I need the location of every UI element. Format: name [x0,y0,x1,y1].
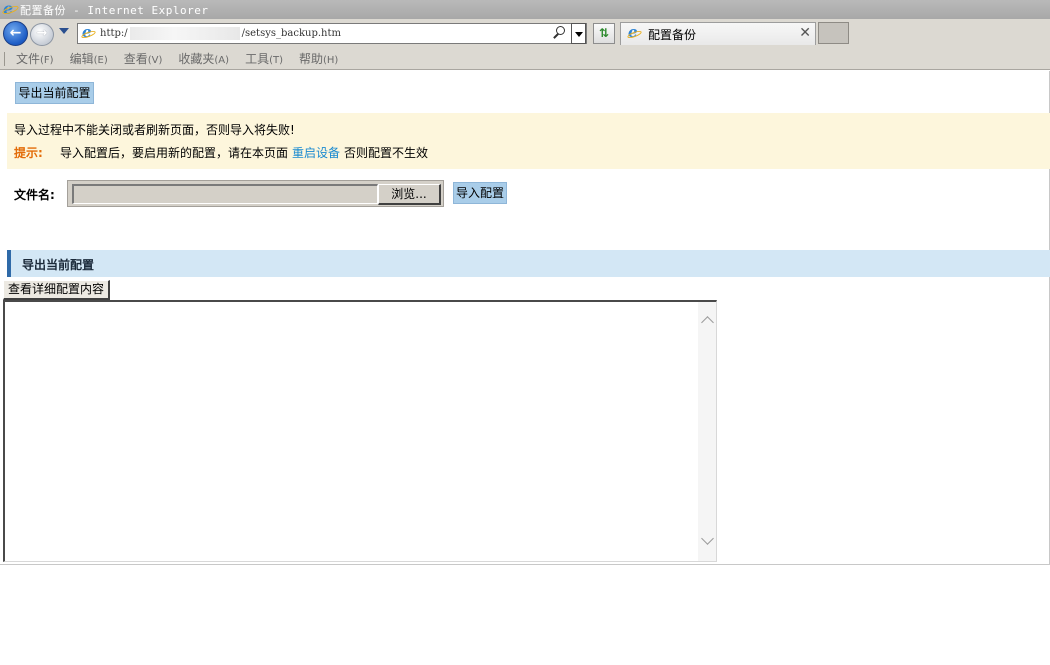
address-dropdown-button[interactable] [571,23,586,44]
url-suffix: /setsys_backup.htm [241,28,341,39]
menu-favorites[interactable]: 收藏夹(A) [178,50,229,67]
tab-page-icon: e [626,23,643,42]
compatibility-refresh-button[interactable]: ⇅ [593,23,615,44]
window-title-bar: e 配置备份 - Internet Explorer [0,0,1050,19]
window-title: 配置备份 - Internet Explorer [20,3,209,17]
recent-pages-dropdown[interactable] [59,28,69,34]
notice-panel: 导入过程中不能关闭或者刷新页面，否则导入将失败! 提示: 导入配置后，要启用新的… [7,113,1050,169]
file-picker: 浏览... [67,180,444,207]
import-config-button[interactable]: 导入配置 [453,182,507,204]
redacted-host [129,27,240,40]
scroll-down-icon[interactable] [701,532,714,545]
menu-file[interactable]: 文件(F) [16,50,54,67]
close-tab-icon[interactable]: ✕ [799,25,811,41]
file-name-label: 文件名: [14,188,55,202]
refresh-icon: ⇅ [598,26,610,40]
menu-edit[interactable]: 编辑(E) [70,50,108,67]
reboot-device-link[interactable]: 重启设备 [292,146,340,160]
menu-view[interactable]: 查看(V) [124,50,163,67]
hint-text: 导入配置后，要启用新的配置，请在本页面 重启设备 否则配置不生效 [60,144,428,161]
arrow-left-icon: ← [9,25,22,41]
new-tab-button[interactable] [818,22,849,44]
navigation-bar: ← → e http:/ /setsys_backup.htm ⇅ e 配置备份 … [0,19,1050,48]
browser-tab[interactable]: e 配置备份 ✕ [620,22,816,45]
hint-before: 导入配置后，要启用新的配置，请在本页面 [60,146,289,160]
back-button[interactable]: ← [3,21,28,46]
menu-bar: 文件(F) 编辑(E) 查看(V) 收藏夹(A) 工具(T) 帮助(H) [0,48,1050,70]
vertical-scrollbar[interactable] [698,302,716,561]
view-detailed-config-button[interactable]: 查看详细配置内容 [3,280,110,300]
scroll-up-icon[interactable] [701,316,714,329]
page-icon: e [80,23,97,42]
tab-label: 配置备份 [648,27,697,42]
export-config-button[interactable]: 导出当前配置 [15,82,94,104]
menu-help[interactable]: 帮助(H) [299,50,338,67]
toolbar-grip [4,51,6,66]
search-icon[interactable] [552,26,566,40]
hint-after: 否则配置不生效 [344,146,429,160]
config-content-textarea[interactable] [3,300,717,562]
internet-explorer-icon: e [1,0,20,18]
section-header: 导出当前配置 [7,250,1050,277]
url-prefix: http:/ [100,28,128,39]
file-path-input[interactable] [72,184,378,204]
menu-tools[interactable]: 工具(T) [245,50,283,67]
browse-button[interactable]: 浏览... [378,184,441,205]
hint-label: 提示: [14,146,43,160]
arrow-right-icon: → [36,26,48,41]
forward-button[interactable]: → [30,23,54,46]
address-bar[interactable]: e http:/ /setsys_backup.htm [77,23,587,44]
section-title: 导出当前配置 [22,258,95,272]
import-warning: 导入过程中不能关闭或者刷新页面，否则导入将失败! [14,123,295,137]
page-content: 导出当前配置 导入过程中不能关闭或者刷新页面，否则导入将失败! 提示: 导入配置… [0,71,1050,565]
